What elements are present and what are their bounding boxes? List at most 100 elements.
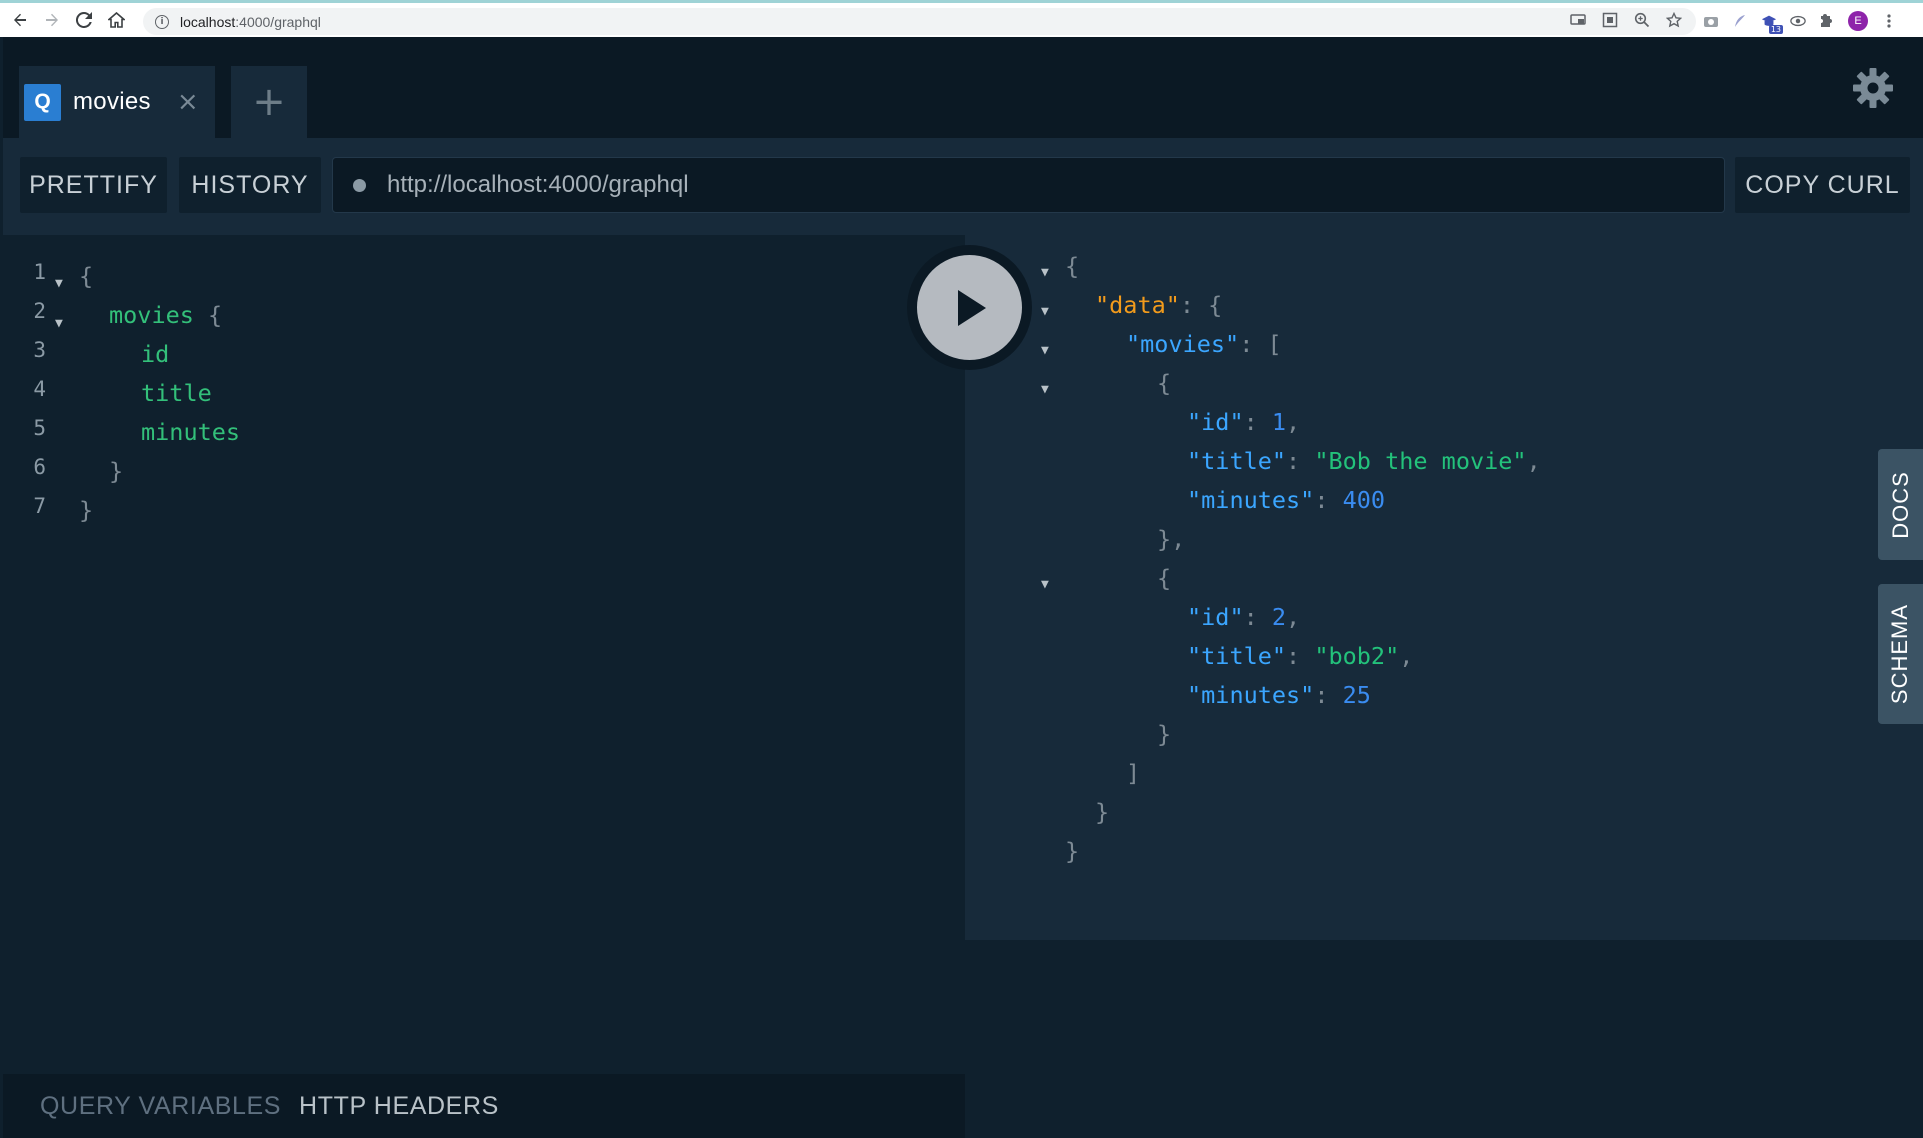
tab-label: movies xyxy=(73,88,151,115)
json-key: "data" xyxy=(1095,291,1180,319)
fold-arrow-icon[interactable]: ▼ xyxy=(1041,577,1049,592)
json-line: "id": 2, xyxy=(1187,603,1301,631)
eye-extension-icon[interactable] xyxy=(1790,13,1806,29)
json-string: "Bob the movie" xyxy=(1314,447,1527,475)
feather-extension-icon[interactable] xyxy=(1732,13,1748,29)
json-number: 2 xyxy=(1271,603,1287,631)
address-bar-actions xyxy=(1570,11,1683,32)
url-path: :4000/graphql xyxy=(235,13,321,30)
fold-arrow-icon[interactable]: ▼ xyxy=(1041,382,1049,397)
json-key: "movies" xyxy=(1126,330,1240,358)
history-button[interactable]: HISTORY xyxy=(179,157,321,213)
url-host: localhost xyxy=(180,13,236,30)
qr-icon[interactable] xyxy=(1602,12,1618,32)
line-number: 3 xyxy=(33,338,46,362)
puzzle-icon[interactable] xyxy=(1819,13,1835,29)
http-headers-tab[interactable]: HTTP HEADERS xyxy=(299,1092,499,1121)
json-brace: } xyxy=(1095,798,1110,826)
json-line: "data": { xyxy=(1095,291,1223,319)
add-tab-button[interactable]: + xyxy=(231,66,307,138)
play-icon xyxy=(917,255,1022,360)
json-number: 25 xyxy=(1342,681,1371,709)
json-key: "title" xyxy=(1187,642,1287,670)
fold-arrow-icon[interactable]: ▼ xyxy=(55,276,63,291)
avatar[interactable]: E xyxy=(1848,11,1868,31)
json-key: "title" xyxy=(1187,447,1287,475)
json-key: "minutes" xyxy=(1187,681,1315,709)
fold-arrow-icon[interactable]: ▼ xyxy=(1041,343,1049,358)
code-punctuation: { xyxy=(193,301,223,329)
graphql-playground: Q movies × + PRETTIFY HISTORY http://loc… xyxy=(3,37,1923,1138)
run-query-button[interactable] xyxy=(907,245,1032,370)
line-number: 6 xyxy=(33,455,46,479)
json-brace: { xyxy=(1065,252,1080,280)
cast-icon[interactable] xyxy=(1570,12,1586,32)
line-number: 1 xyxy=(33,260,46,284)
json-brace: { xyxy=(1157,564,1172,592)
reload-icon[interactable] xyxy=(72,8,96,32)
code-field: id xyxy=(141,340,170,368)
prettify-button[interactable]: PRETTIFY xyxy=(20,157,167,213)
code-line: } xyxy=(79,496,94,524)
star-icon[interactable] xyxy=(1665,11,1683,32)
code-field: minutes xyxy=(141,418,241,446)
fold-arrow-icon[interactable]: ▼ xyxy=(55,316,63,331)
json-line: "id": 1, xyxy=(1187,408,1301,436)
json-key: "id" xyxy=(1187,408,1244,436)
json-number: 400 xyxy=(1342,486,1386,514)
json-string: "bob2" xyxy=(1314,642,1400,670)
json-brace: { xyxy=(1157,369,1172,397)
copy-curl-button[interactable]: COPY CURL xyxy=(1735,157,1910,213)
schema-tab[interactable]: SCHEMA xyxy=(1878,584,1923,724)
line-number: 7 xyxy=(33,494,46,518)
json-brace: }, xyxy=(1157,525,1186,553)
json-line: "movies": [ xyxy=(1126,330,1282,358)
extensions-area: 13 E xyxy=(1703,11,1923,34)
code-line: movies { xyxy=(109,296,222,335)
camera-extension-icon[interactable] xyxy=(1703,13,1719,29)
json-number: 1 xyxy=(1271,408,1287,436)
fold-arrow-icon[interactable]: ▼ xyxy=(1041,304,1049,319)
variables-headers-bar: QUERY VARIABLES HTTP HEADERS xyxy=(3,1074,965,1138)
address-bar[interactable]: i localhost:4000/graphql xyxy=(143,8,1696,35)
more-menu-icon[interactable] xyxy=(1881,13,1897,29)
forward-arrow-icon[interactable] xyxy=(40,8,64,32)
back-arrow-icon[interactable] xyxy=(8,8,32,32)
extension-badge: 13 xyxy=(1768,25,1783,34)
docs-tab[interactable]: DOCS xyxy=(1878,449,1923,560)
query-variables-tab[interactable]: QUERY VARIABLES xyxy=(40,1092,281,1121)
tab-bar: Q movies × + xyxy=(3,37,1923,138)
result-viewer: ▼ ▼ ▼ ▼ ▼ { "data": { "movies": [ { "id"… xyxy=(965,235,1923,940)
code-field: title xyxy=(141,379,212,407)
code-field: movies xyxy=(109,301,194,329)
json-key: "minutes" xyxy=(1187,486,1315,514)
close-icon[interactable]: × xyxy=(177,87,199,117)
gear-icon[interactable] xyxy=(1852,67,1894,109)
json-line: "minutes": 25 xyxy=(1187,681,1371,709)
docs-label: DOCS xyxy=(1887,470,1913,539)
graduation-extension-icon[interactable]: 13 xyxy=(1761,13,1783,34)
code-line: } xyxy=(109,457,124,485)
query-editor[interactable]: 1 2 3 4 5 6 7 ▼ ▼ { movies { id title mi… xyxy=(3,235,965,1138)
line-number: 4 xyxy=(33,377,46,401)
json-brace: } xyxy=(1065,837,1080,865)
endpoint-input[interactable]: http://localhost:4000/graphql xyxy=(332,157,1725,213)
url-text: localhost:4000/graphql xyxy=(180,14,321,30)
info-icon[interactable]: i xyxy=(155,14,169,29)
status-dot xyxy=(353,178,366,192)
schema-label: SCHEMA xyxy=(1887,603,1913,705)
line-number: 2 xyxy=(33,299,46,323)
home-icon[interactable] xyxy=(104,8,128,32)
json-line: "title": "bob2", xyxy=(1187,642,1414,670)
code-line: { xyxy=(79,262,94,290)
fold-arrow-icon[interactable]: ▼ xyxy=(1041,265,1049,280)
line-number: 5 xyxy=(33,416,46,440)
tab-movies[interactable]: Q movies × xyxy=(19,66,215,138)
browser-toolbar: i localhost:4000/graphql 13 E xyxy=(0,0,1923,37)
endpoint-url: http://localhost:4000/graphql xyxy=(387,171,689,198)
query-badge: Q xyxy=(24,83,61,121)
json-line: "title": "Bob the movie", xyxy=(1187,447,1541,475)
json-key: "id" xyxy=(1187,603,1244,631)
zoom-icon[interactable] xyxy=(1634,12,1650,32)
json-brace: ] xyxy=(1126,759,1141,787)
